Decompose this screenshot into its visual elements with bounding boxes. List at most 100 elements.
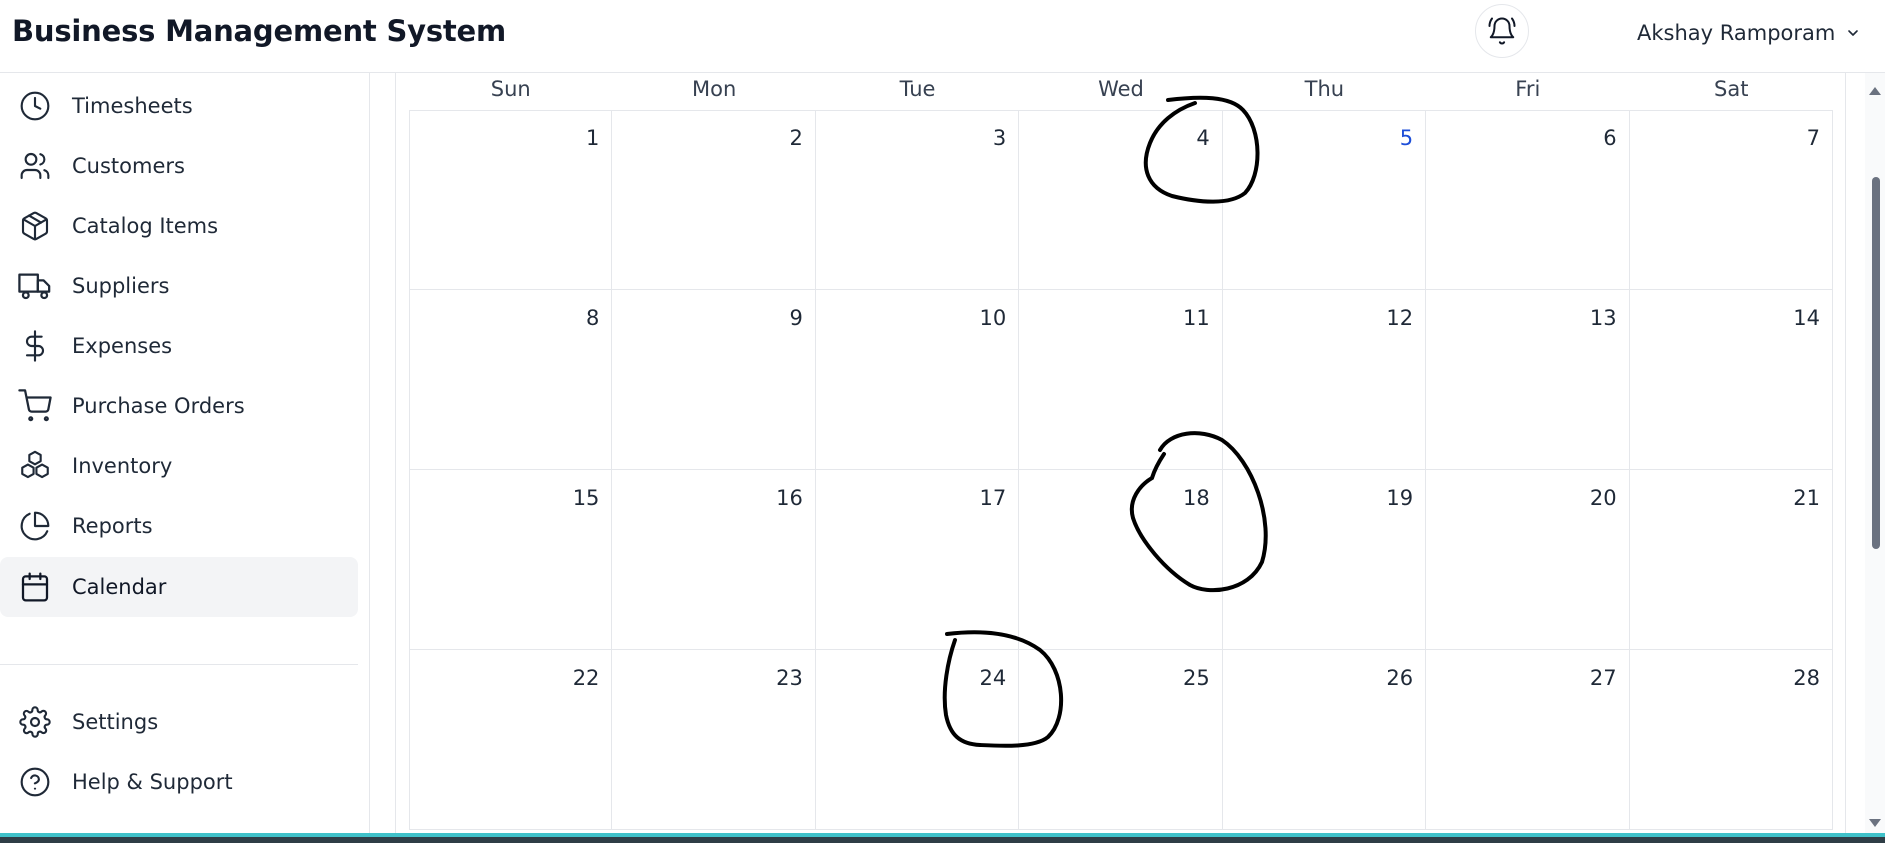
calendar-day-cell[interactable]: 26 <box>1222 650 1427 830</box>
sidebar-item-label: Inventory <box>72 454 173 478</box>
calendar-day-cell[interactable]: 25 <box>1019 650 1223 830</box>
calendar-day-cell[interactable]: 6 <box>1426 110 1630 290</box>
dollar-icon <box>18 329 52 363</box>
calendar-day-cell[interactable]: 14 <box>1629 290 1833 470</box>
weekday-label: Thu <box>1304 77 1345 101</box>
calendar-day-cell[interactable]: 18 <box>1019 470 1223 650</box>
calendar-day-cell[interactable]: 5 <box>1222 110 1427 290</box>
scroll-down-arrow-icon[interactable] <box>1869 819 1881 827</box>
weekday-label: Sun <box>490 77 531 101</box>
sidebar-item-label: Expenses <box>72 334 173 358</box>
calendar-day-cell[interactable]: 23 <box>612 650 816 830</box>
sidebar-item-suppliers[interactable]: Suppliers <box>0 256 358 316</box>
calendar-day-cell[interactable]: 27 <box>1426 650 1630 830</box>
day-number: 4 <box>1196 126 1210 150</box>
day-number: 18 <box>1182 486 1210 510</box>
sidebar-item-reports[interactable]: Reports <box>0 496 358 556</box>
day-number: 16 <box>776 486 803 510</box>
day-number: 14 <box>1793 306 1820 330</box>
calendar-day-cell[interactable]: 10 <box>815 290 1020 470</box>
scroll-thumb[interactable] <box>1872 177 1880 549</box>
sidebar-item-inventory[interactable]: Inventory <box>0 436 358 496</box>
day-number: 20 <box>1589 486 1617 510</box>
calendar-day-cell[interactable]: 28 <box>1629 650 1833 830</box>
calendar-day-cell[interactable]: 21 <box>1629 470 1833 650</box>
calendar-day-cell[interactable]: 7 <box>1629 110 1833 290</box>
weekday-label: Mon <box>691 77 737 101</box>
calendar-day-cell[interactable]: 24 <box>815 650 1020 830</box>
weekday-label: Fri <box>1515 77 1541 101</box>
sidebar-item-help-support[interactable]: Help & Support <box>0 752 358 812</box>
calendar-day-cell[interactable]: 20 <box>1426 470 1630 650</box>
sidebar-item-label: Settings <box>72 710 159 734</box>
bell-icon <box>1488 17 1516 45</box>
sidebar-item-calendar[interactable]: Calendar <box>0 557 358 617</box>
calendar-day-cell[interactable]: 19 <box>1222 470 1427 650</box>
calendar-day-cell[interactable]: 4 <box>1019 110 1223 290</box>
sidebar-item-label: Timesheets <box>72 94 193 118</box>
user-menu[interactable]: Akshay Ramporam <box>1637 19 1861 47</box>
day-number: 3 <box>992 126 1007 150</box>
sidebar-item-label: Calendar <box>72 575 167 599</box>
calendar-day-cell[interactable]: 1 <box>409 110 613 290</box>
day-number: 5 <box>1399 126 1414 150</box>
calendar-day-cell[interactable]: 11 <box>1019 290 1223 470</box>
day-number: 22 <box>572 666 600 690</box>
day-number: 17 <box>979 486 1007 510</box>
calendar-day-cell[interactable]: 13 <box>1426 290 1630 470</box>
sidebar-item-catalog-items[interactable]: Catalog Items <box>0 196 358 256</box>
day-number: 27 <box>1589 666 1617 690</box>
calendar-day-cell[interactable]: 3 <box>815 110 1020 290</box>
day-number: 2 <box>789 126 803 150</box>
main-content: Sun Mon Tue Wed Thu Fri Sat 1 2 3 4 5 6 7 8 9 10 1… <box>370 73 1885 833</box>
top-bar: Business Management System Akshay Rampor… <box>0 0 1885 73</box>
sidebar-item-label: Purchase Orders <box>72 394 245 418</box>
sidebar-item-label: Customers <box>72 154 185 178</box>
pie-chart-icon <box>18 509 52 543</box>
boxes-icon <box>18 449 52 483</box>
day-number: 21 <box>1793 486 1820 510</box>
day-number: 24 <box>979 666 1007 690</box>
calendar-day-cell[interactable]: 2 <box>612 110 816 290</box>
day-number: 11 <box>1182 306 1210 330</box>
calendar-day-cell[interactable]: 12 <box>1222 290 1427 470</box>
calendar-day-cell[interactable]: 15 <box>409 470 613 650</box>
day-number: 15 <box>572 486 600 510</box>
day-number: 6 <box>1603 126 1617 150</box>
calendar-day-cell[interactable]: 22 <box>409 650 613 830</box>
cart-icon <box>18 389 52 423</box>
day-number: 26 <box>1386 666 1414 690</box>
calendar-day-cell[interactable]: 8 <box>409 290 613 470</box>
sidebar-item-settings[interactable]: Settings <box>0 692 358 752</box>
day-number: 7 <box>1806 126 1820 150</box>
day-number: 10 <box>979 306 1007 330</box>
sidebar-item-label: Help & Support <box>72 770 233 794</box>
sidebar-item-customers[interactable]: Customers <box>0 136 358 196</box>
weekday-label: Tue <box>899 77 936 101</box>
sidebar-item-expenses[interactable]: Expenses <box>0 316 358 376</box>
weekday-label: Sat <box>1714 77 1749 101</box>
calendar-panel: Sun Mon Tue Wed Thu Fri Sat 1 2 3 4 5 6 7 8 9 10 1… <box>395 73 1846 833</box>
sidebar-item-label: Catalog Items <box>72 214 219 238</box>
bottom-accent-bar <box>0 833 1885 843</box>
day-number: 19 <box>1386 486 1414 510</box>
calendar-grid: 1 2 3 4 5 6 7 8 9 10 11 12 13 14 15 16 17 18 19 20 21 22 23 24 2… <box>409 110 1833 830</box>
sidebar-item-purchase-orders[interactable]: Purchase Orders <box>0 376 358 436</box>
notifications-button[interactable] <box>1475 4 1529 58</box>
cube-icon <box>18 209 52 243</box>
calendar-day-cell[interactable]: 16 <box>612 470 816 650</box>
clock-icon <box>18 89 52 123</box>
scroll-up-arrow-icon[interactable] <box>1869 87 1881 95</box>
day-number: 9 <box>789 306 803 330</box>
day-number: 1 <box>586 126 600 150</box>
calendar-day-cell[interactable]: 9 <box>612 290 816 470</box>
calendar-icon <box>18 570 52 604</box>
weekday-header: Sun Mon Tue Wed Thu Fri Sat <box>409 73 1833 111</box>
sidebar-item-timesheets[interactable]: Timesheets <box>0 76 358 136</box>
calendar-day-cell[interactable]: 17 <box>815 470 1020 650</box>
users-icon <box>18 149 52 183</box>
truck-icon <box>18 269 52 303</box>
day-number: 28 <box>1793 666 1820 690</box>
scrollbar[interactable] <box>1865 73 1885 833</box>
day-number: 12 <box>1386 306 1414 330</box>
